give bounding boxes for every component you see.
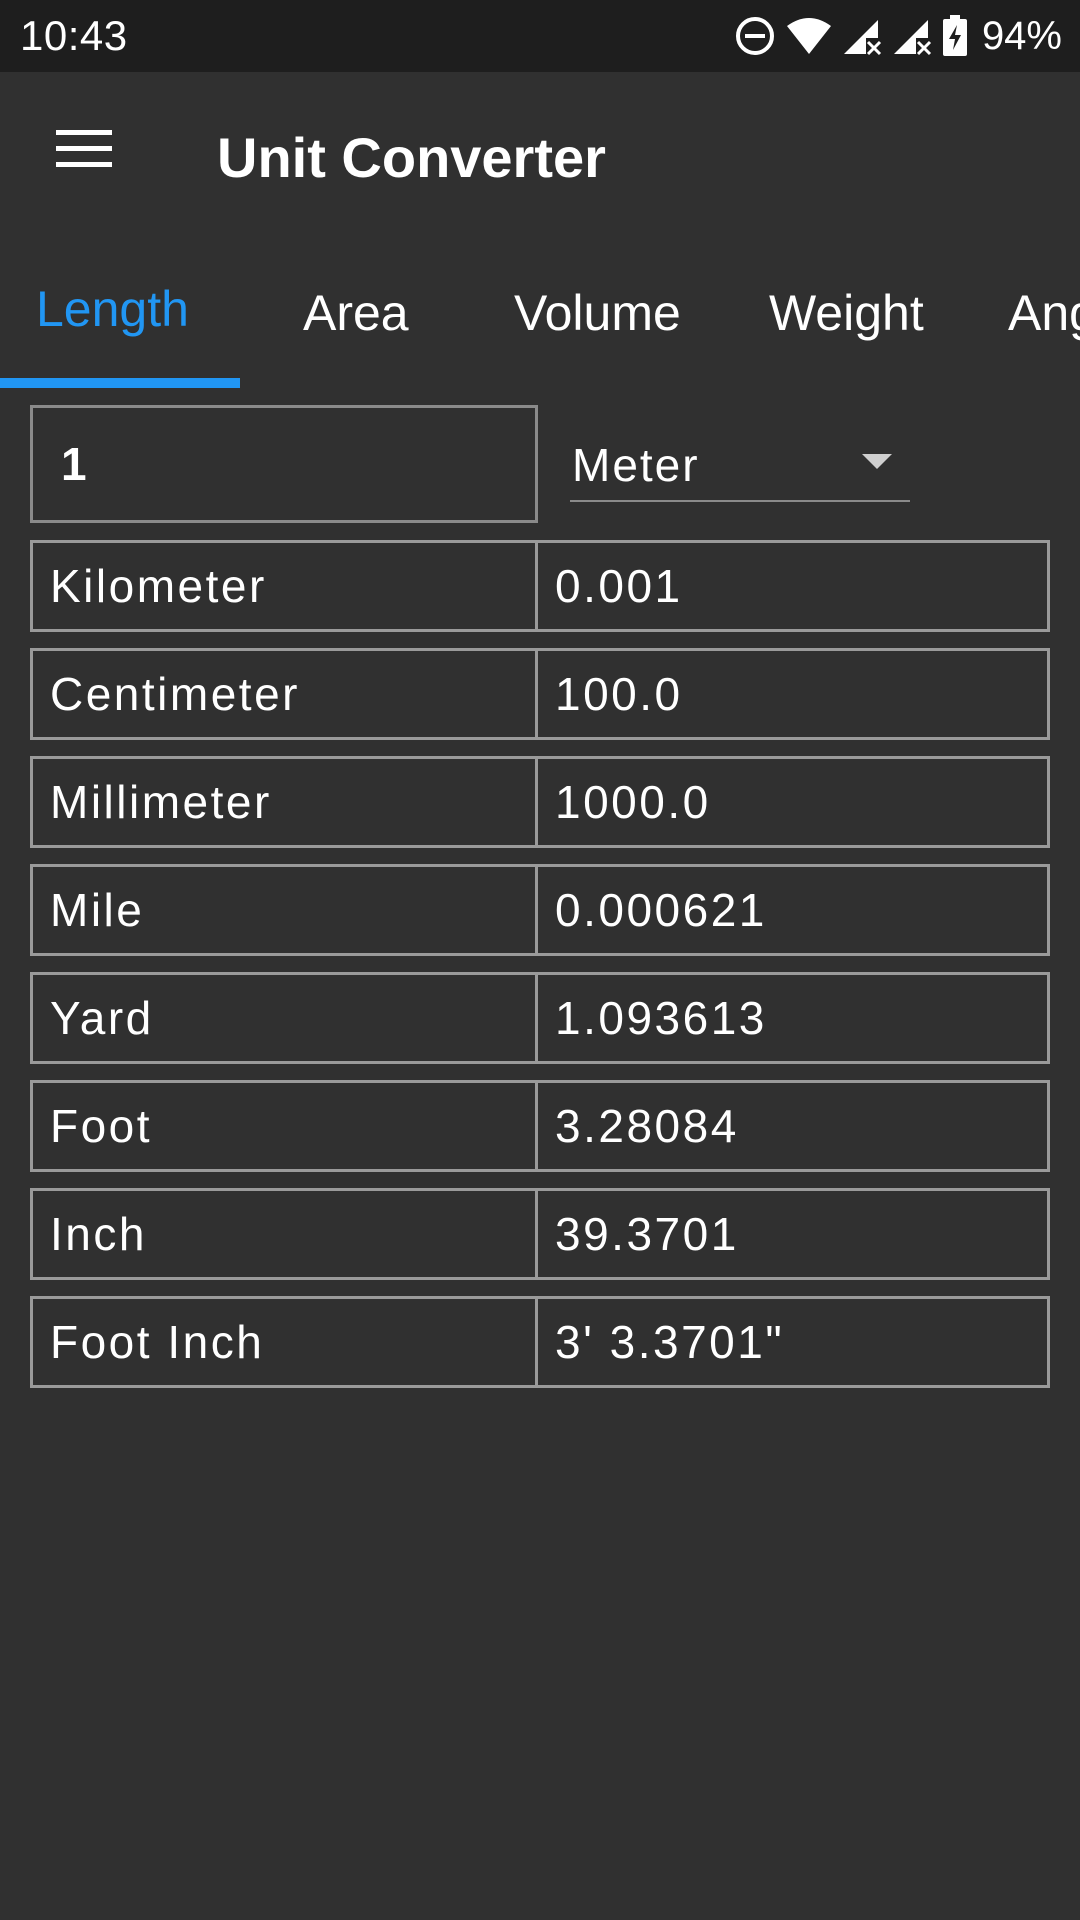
unit-value: 3' 3.3701": [555, 1316, 785, 1368]
table-row: Foot 3.28084: [30, 1080, 1050, 1172]
unit-label: Centimeter: [33, 651, 538, 737]
signal-no-service-icon: [892, 16, 932, 56]
unit-label: Foot: [33, 1083, 538, 1169]
triangle-down-icon: [862, 454, 892, 475]
unit-label: Mile: [33, 867, 538, 953]
table-row: Mile 0.000621: [30, 864, 1050, 956]
table-row: Yard 1.093613: [30, 972, 1050, 1064]
tab-volume[interactable]: Volume: [514, 284, 681, 342]
unit-value: 1000.0: [555, 776, 711, 828]
tab-area[interactable]: Area: [303, 284, 409, 342]
unit-value: 0.001: [555, 560, 683, 612]
status-icons: 94%: [734, 12, 1062, 60]
unit-label: Inch: [33, 1191, 538, 1277]
table-row: Millimeter 1000.0: [30, 756, 1050, 848]
app-screen: 10:43 94% Unit Converter Length Area Vol…: [0, 0, 1080, 1920]
table-row: Foot Inch 3' 3.3701": [30, 1296, 1050, 1388]
do-not-disturb-icon: [734, 15, 776, 57]
battery-charging-icon: [942, 15, 968, 57]
status-time: 10:43: [20, 12, 128, 59]
signal-no-service-icon: [842, 16, 882, 56]
unit-value: 39.3701: [555, 1208, 739, 1260]
tab-bar: Length Area Volume Weight Ang: [0, 244, 1080, 392]
unit-value: 0.000621: [555, 884, 767, 936]
unit-value: 100.0: [555, 668, 683, 720]
unit-label: Yard: [33, 975, 538, 1061]
unit-value: 3.28084: [555, 1100, 739, 1152]
wifi-icon: [786, 16, 832, 56]
battery-percentage: 94%: [981, 13, 1062, 58]
active-tab-indicator: [0, 378, 240, 388]
table-row: Kilometer 0.001: [30, 540, 1050, 632]
app-bar: Unit Converter: [0, 72, 1080, 244]
tab-angle[interactable]: Ang: [1008, 284, 1080, 342]
hamburger-menu-icon: [56, 128, 112, 173]
unit-value: 1.093613: [555, 992, 767, 1044]
unit-label: Kilometer: [33, 543, 538, 629]
page-title: Unit Converter: [217, 126, 606, 189]
unit-label: Foot Inch: [33, 1299, 538, 1385]
tab-weight[interactable]: Weight: [769, 284, 924, 342]
value-input[interactable]: [30, 405, 538, 523]
unit-dropdown[interactable]: Meter: [570, 420, 910, 502]
selected-unit: Meter: [572, 439, 700, 491]
table-row: Inch 39.3701: [30, 1188, 1050, 1280]
status-bar: 10:43 94%: [0, 0, 1080, 72]
menu-button[interactable]: [40, 118, 128, 182]
unit-label: Millimeter: [33, 759, 538, 845]
tab-length[interactable]: Length: [36, 280, 189, 338]
table-row: Centimeter 100.0: [30, 648, 1050, 740]
